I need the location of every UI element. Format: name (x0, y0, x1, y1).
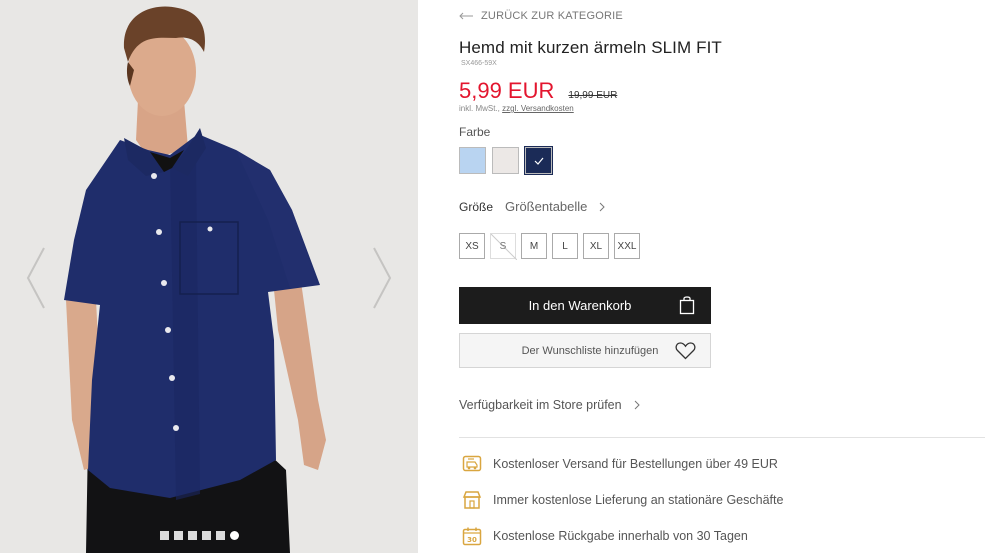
product-photo (0, 0, 418, 553)
color-swatch-navy[interactable] (524, 146, 553, 175)
back-to-category-link[interactable]: ZURÜCK ZUR KATEGORIE (459, 10, 623, 22)
gallery-dot[interactable] (202, 531, 211, 540)
benefit-free-shipping: Kostenloser Versand für Bestellungen übe… (462, 453, 783, 475)
size-label: Größe (459, 199, 494, 214)
product-details: ZURÜCK ZUR KATEGORIE Hemd mit kurzen ärm… (459, 0, 985, 553)
gallery-dot[interactable] (174, 531, 183, 540)
gallery-pagination (160, 531, 239, 540)
back-link-label: ZURÜCK ZUR KATEGORIE (481, 10, 623, 22)
size-option-xs[interactable]: XS (459, 233, 485, 259)
tax-info: inkl. MwSt., zzgl. Versandkosten (459, 104, 574, 113)
benefit-free-shipping-text: Kostenloser Versand für Bestellungen übe… (493, 457, 778, 471)
price-block: 5,99 EUR 19,99 EUR (459, 78, 617, 104)
shopping-bag-icon (679, 296, 695, 315)
benefit-store-delivery: Immer kostenlose Lieferung an stationäre… (462, 489, 783, 511)
divider (459, 437, 985, 438)
store-availability-label: Verfügbarkeit im Store prüfen (459, 398, 622, 412)
size-selector: XS S M L XL XXL (459, 233, 640, 260)
color-swatches (459, 146, 553, 175)
benefit-free-returns-text: Kostenlose Rückgabe innerhalb von 30 Tag… (493, 529, 748, 543)
gallery-dot-active[interactable] (230, 531, 239, 540)
size-option-m[interactable]: M (521, 233, 547, 259)
tax-text: inkl. MwSt., (459, 104, 500, 113)
size-chart-label: Größentabelle (505, 199, 588, 214)
store-icon (462, 491, 482, 509)
add-to-wishlist-label: Der Wunschliste hinzufügen (521, 344, 659, 357)
size-header: Größe Größentabelle (459, 199, 606, 214)
color-swatch-light-grey[interactable] (492, 147, 519, 174)
store-availability-link[interactable]: Verfügbarkeit im Store prüfen (459, 398, 640, 412)
check-icon (534, 157, 544, 165)
benefits-list: Kostenloser Versand für Bestellungen übe… (462, 453, 783, 553)
svg-text:30: 30 (467, 536, 477, 544)
product-image-gallery[interactable] (0, 0, 418, 553)
sale-price: 5,99 EUR (459, 78, 555, 103)
add-to-wishlist-button[interactable]: Der Wunschliste hinzufügen (459, 333, 711, 368)
gallery-dot[interactable] (216, 531, 225, 540)
chevron-right-icon (634, 400, 640, 410)
size-option-l[interactable]: L (552, 233, 578, 259)
add-to-cart-button[interactable]: In den Warenkorb (459, 287, 711, 324)
size-option-xl[interactable]: XL (583, 233, 609, 259)
color-swatch-light-blue[interactable] (459, 147, 486, 174)
size-option-xxl[interactable]: XXL (614, 233, 640, 259)
free-shipping-icon (462, 455, 482, 472)
benefit-free-returns: 30 Kostenlose Rückgabe innerhalb von 30 … (462, 525, 783, 547)
gallery-next-arrow-icon[interactable] (370, 246, 394, 310)
gallery-prev-arrow-icon[interactable] (24, 246, 48, 310)
size-chart-link[interactable]: Größentabelle (505, 199, 606, 214)
heart-icon (675, 342, 696, 360)
size-option-s-unavailable[interactable]: S (490, 233, 517, 260)
product-title: Hemd mit kurzen ärmeln SLIM FIT (459, 38, 722, 57)
product-sku: SX466-59X (461, 60, 497, 67)
color-label: Farbe (459, 125, 491, 139)
calendar-30-icon: 30 (462, 527, 482, 546)
chevron-right-icon (600, 202, 606, 211)
benefit-store-delivery-text: Immer kostenlose Lieferung an stationäre… (493, 493, 784, 507)
arrow-left-icon (459, 12, 473, 20)
add-to-cart-label: In den Warenkorb (528, 298, 632, 313)
original-price: 19,99 EUR (568, 90, 618, 101)
shipping-costs-link[interactable]: zzgl. Versandkosten (502, 104, 574, 113)
gallery-dot[interactable] (160, 531, 169, 540)
gallery-dot[interactable] (188, 531, 197, 540)
size-option-s-label: S (499, 240, 507, 252)
